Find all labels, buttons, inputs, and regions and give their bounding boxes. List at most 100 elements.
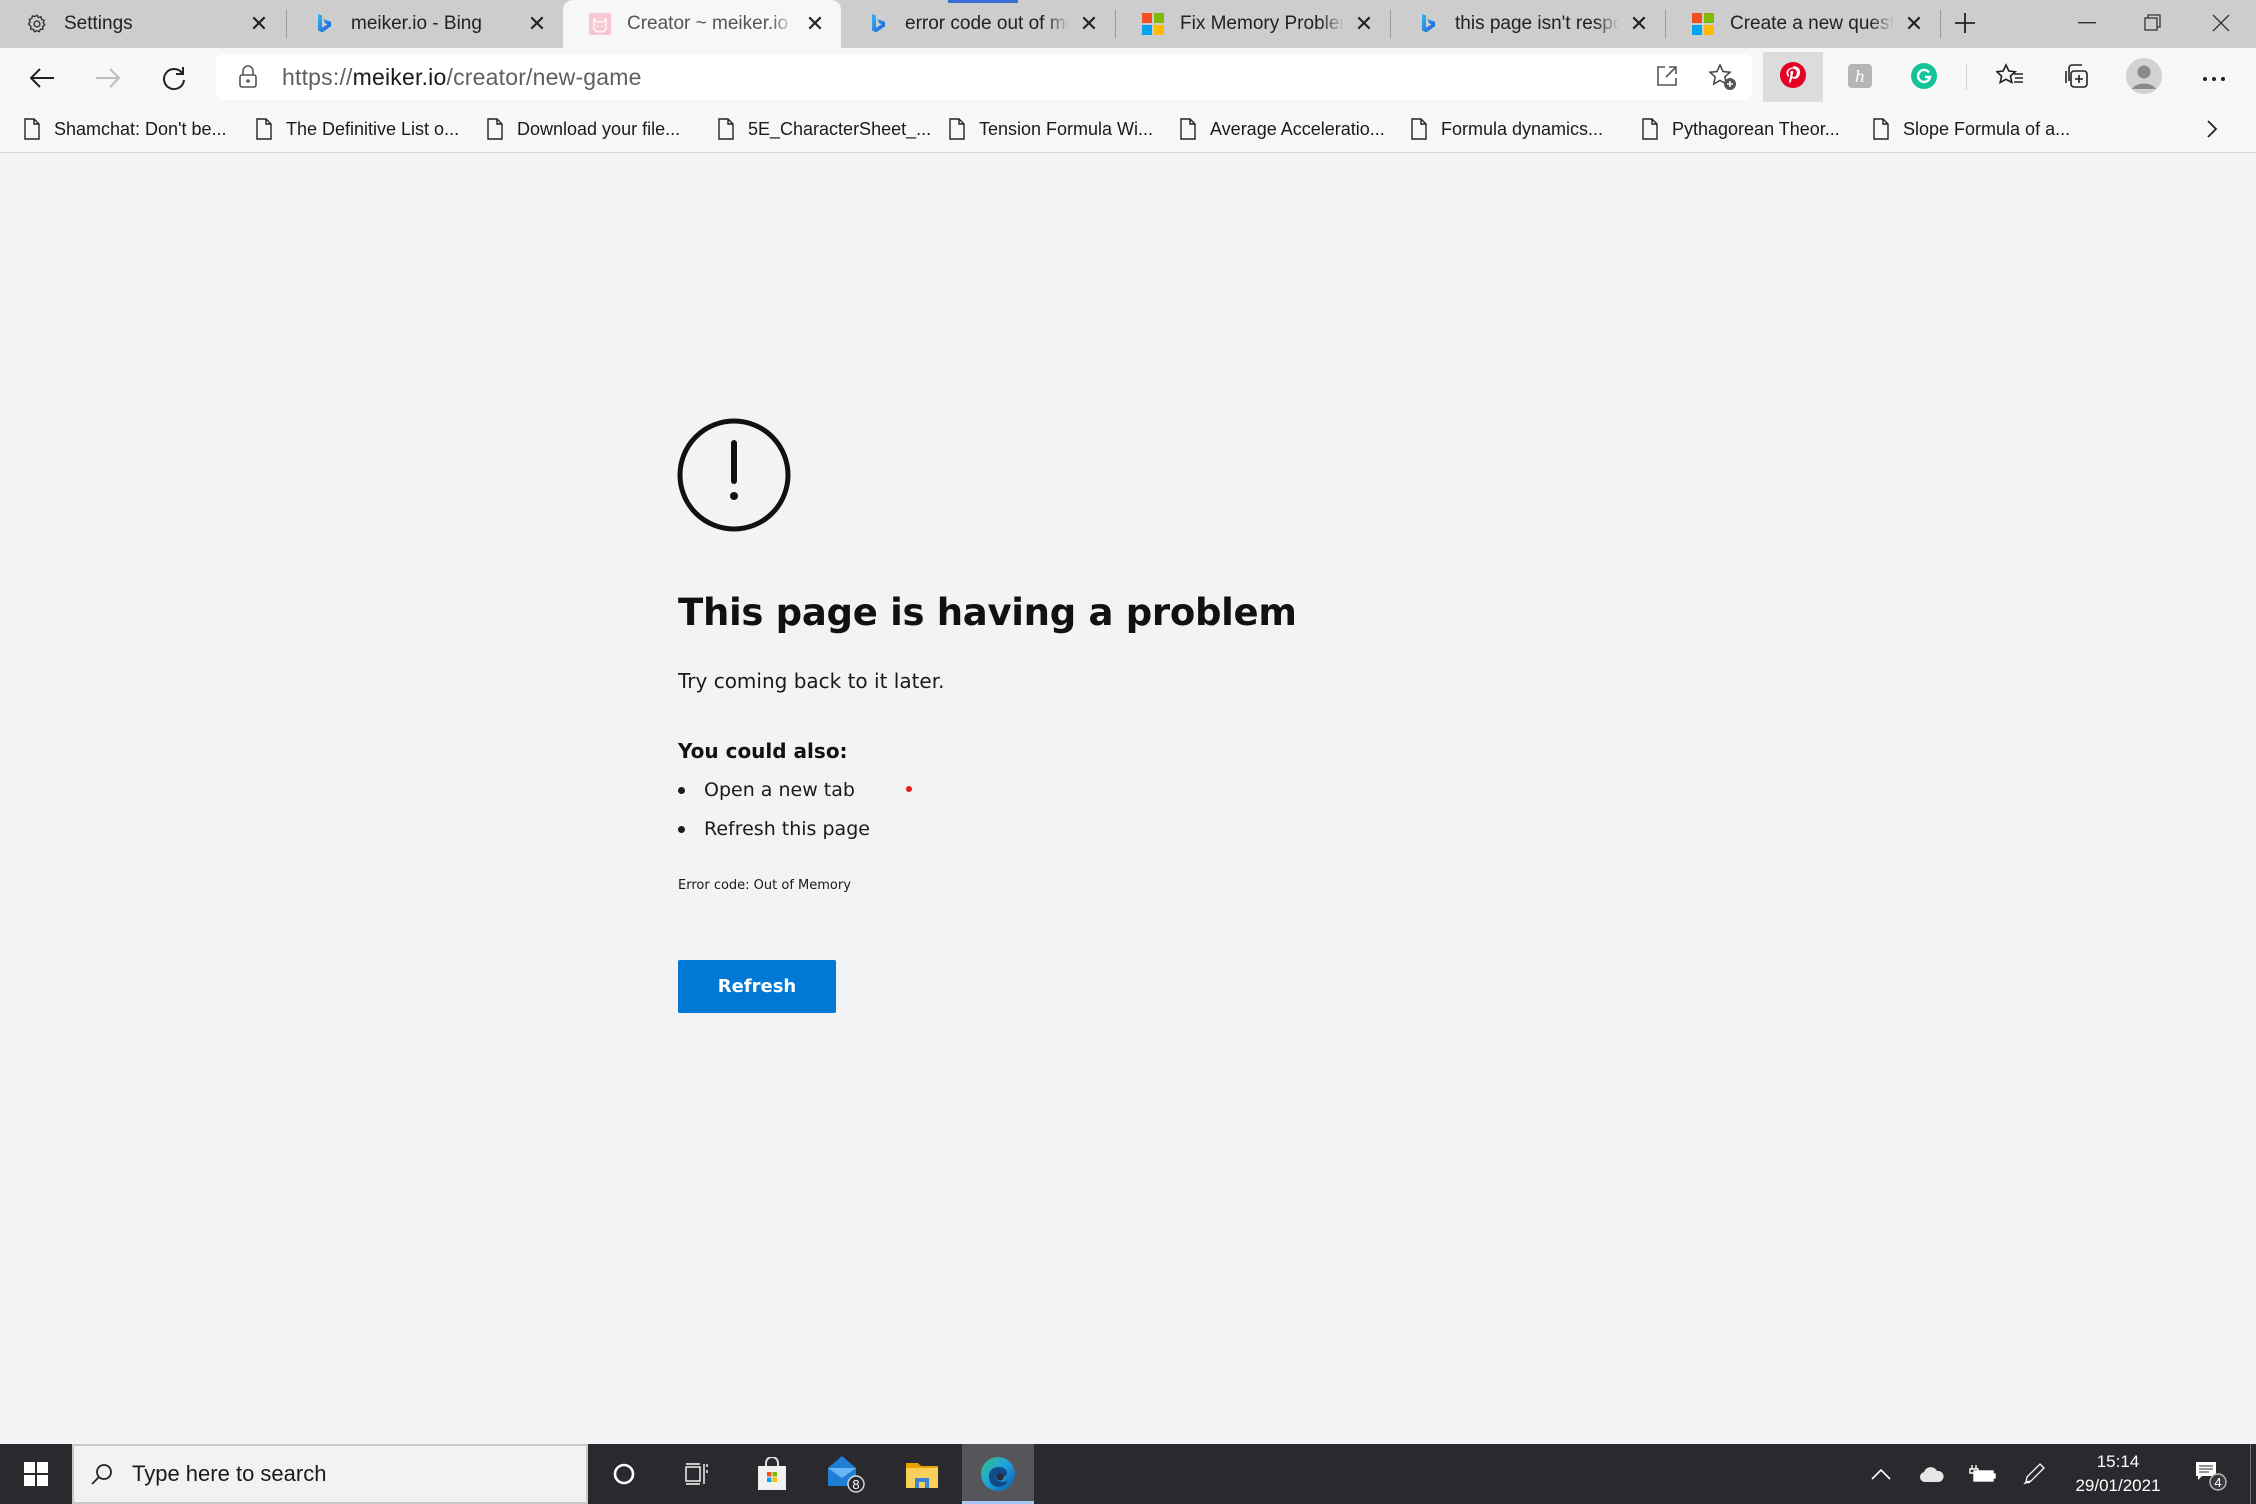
taskbar-search-box[interactable]: Type here to search	[72, 1444, 588, 1504]
close-tab-icon[interactable]: ✕	[1350, 10, 1378, 38]
reload-button[interactable]	[152, 56, 196, 100]
cortana-icon	[613, 1463, 635, 1485]
cortana-button[interactable]	[588, 1444, 660, 1504]
page-icon	[1642, 118, 1658, 140]
collections-icon	[2062, 62, 2090, 95]
suggestion-text: Open a new tab	[704, 779, 855, 801]
refresh-button[interactable]: Refresh	[678, 960, 836, 1013]
battery-charging-icon	[1969, 1465, 1996, 1482]
bookmark-item[interactable]: Slope Formula of a...	[1873, 106, 2070, 152]
tab-page-not-responding[interactable]: this page isn't responding ✕	[1391, 0, 1665, 48]
tab-error-code-search[interactable]: error code out of memory ✕	[841, 0, 1115, 48]
close-tab-icon[interactable]: ✕	[245, 10, 273, 38]
extension-pinterest[interactable]	[1763, 52, 1823, 102]
close-tab-icon[interactable]: ✕	[1900, 10, 1928, 38]
bookmark-item[interactable]: 5E_CharacterSheet_...	[718, 106, 931, 152]
bookmark-item[interactable]: Shamchat: Don't be...	[24, 106, 227, 152]
extension-grammarly[interactable]	[1902, 56, 1946, 100]
back-button[interactable]	[20, 56, 64, 100]
start-button[interactable]	[0, 1444, 72, 1504]
bookmark-item[interactable]: The Definitive List o...	[256, 106, 459, 152]
search-icon	[91, 1464, 112, 1485]
tab-create-question[interactable]: Create a new question ✕	[1666, 0, 1940, 48]
microsoft-icon	[1692, 13, 1714, 35]
page-content: This page is having a problem Try coming…	[0, 153, 2256, 1444]
browser-toolbar: https://meiker.io/creator/new-game h	[0, 48, 2256, 106]
bullet	[678, 825, 685, 833]
page-icon	[718, 118, 734, 140]
show-desktop-button[interactable]	[2250, 1444, 2256, 1504]
suggestion-item: Open a new tab	[678, 779, 855, 801]
bookmark-label: Formula dynamics...	[1441, 118, 1604, 139]
forward-button[interactable]	[86, 56, 130, 100]
bookmark-label: Pythagorean Theor...	[1672, 118, 1840, 139]
collections-button[interactable]	[2054, 56, 2098, 100]
bing-icon	[313, 13, 335, 35]
bookmark-item[interactable]: Formula dynamics...	[1411, 106, 1603, 152]
close-tab-icon[interactable]: ✕	[1625, 10, 1653, 38]
bookmark-item[interactable]: Tension Formula Wi...	[949, 106, 1153, 152]
bookmark-label: Tension Formula Wi...	[979, 118, 1154, 139]
file-explorer-button[interactable]	[886, 1444, 958, 1504]
tab-bing-meiker[interactable]: meiker.io - Bing ✕	[287, 0, 563, 48]
mail-button[interactable]: 8	[810, 1444, 882, 1504]
close-window-button[interactable]	[2186, 0, 2256, 46]
bookmark-item[interactable]: Average Acceleratio...	[1180, 106, 1385, 152]
url-text[interactable]: https://meiker.io/creator/new-game	[282, 64, 642, 91]
tab-settings[interactable]: Settings ✕	[0, 0, 285, 48]
profile-button[interactable]	[2122, 56, 2166, 100]
clock-date: 29/01/2021	[2075, 1476, 2161, 1495]
show-hidden-icons-button[interactable]	[1862, 1444, 1900, 1504]
folder-icon	[906, 1463, 938, 1488]
chevron-up-icon	[1871, 1468, 1891, 1480]
bookmark-label: The Definitive List o...	[286, 118, 460, 139]
extension-honey[interactable]: h	[1838, 56, 1882, 100]
task-view-button[interactable]	[660, 1444, 732, 1504]
honey-icon: h	[1848, 63, 1872, 93]
page-icon	[1873, 118, 1889, 140]
mail-icon: 8	[828, 1456, 865, 1493]
tab-creator-meiker[interactable]: Creator ~ meiker.io [v0 ✕	[563, 0, 841, 48]
microsoft-icon	[1142, 13, 1164, 35]
address-bar[interactable]: https://meiker.io/creator/new-game	[216, 54, 1752, 100]
system-clock[interactable]: 15:14 29/01/2021	[2060, 1450, 2176, 1498]
page-icon	[487, 118, 503, 140]
error-title: This page is having a problem	[678, 591, 1297, 634]
svg-text:h: h	[1855, 67, 1865, 86]
battery-tray-icon[interactable]	[1960, 1444, 2004, 1504]
minimize-button[interactable]	[2052, 0, 2122, 46]
new-tab-button[interactable]	[1930, 0, 2000, 46]
windows-taskbar: Type here to search 8 15:14 29/01/2021 4	[0, 1444, 2256, 1504]
tab-fix-memory[interactable]: Fix Memory Problems ✕	[1116, 0, 1390, 48]
restore-button[interactable]	[2118, 0, 2188, 46]
open-in-app-icon[interactable]	[1656, 65, 1678, 92]
bookmarks-overflow-button[interactable]	[2206, 106, 2232, 152]
tab-title: Fix Memory Problems	[1180, 13, 1344, 35]
settings-more-button[interactable]	[2192, 56, 2236, 100]
microsoft-store-button[interactable]	[736, 1444, 808, 1504]
pinterest-icon	[1780, 61, 1806, 93]
onedrive-tray-icon[interactable]	[1912, 1444, 1952, 1504]
page-icon	[949, 118, 965, 140]
close-tab-icon[interactable]: ✕	[1075, 10, 1103, 38]
add-favorite-icon[interactable]	[1708, 63, 1738, 96]
favorites-button[interactable]	[1988, 56, 2032, 100]
tab-loading-indicator	[948, 0, 1018, 3]
suggestions-heading: You could also:	[678, 739, 848, 763]
search-placeholder: Type here to search	[132, 1461, 327, 1486]
clock-time: 15:14	[2096, 1452, 2140, 1471]
bookmark-item[interactable]: Download your file...	[487, 106, 680, 152]
lock-icon[interactable]	[238, 65, 258, 94]
close-tab-icon[interactable]: ✕	[801, 10, 829, 38]
favorites-list-icon	[1994, 62, 2024, 94]
favorites-bar: Shamchat: Don't be... The Definitive Lis…	[0, 106, 2256, 153]
pen-tray-icon[interactable]	[2012, 1444, 2056, 1504]
action-center-button[interactable]: 4	[2188, 1444, 2232, 1504]
bullet	[678, 786, 685, 794]
bookmark-item[interactable]: Pythagorean Theor...	[1642, 106, 1840, 152]
page-icon	[256, 118, 272, 140]
avatar	[2126, 57, 2162, 99]
page-icon	[1411, 118, 1427, 140]
edge-taskbar-button[interactable]	[962, 1444, 1034, 1504]
close-tab-icon[interactable]: ✕	[523, 10, 551, 38]
